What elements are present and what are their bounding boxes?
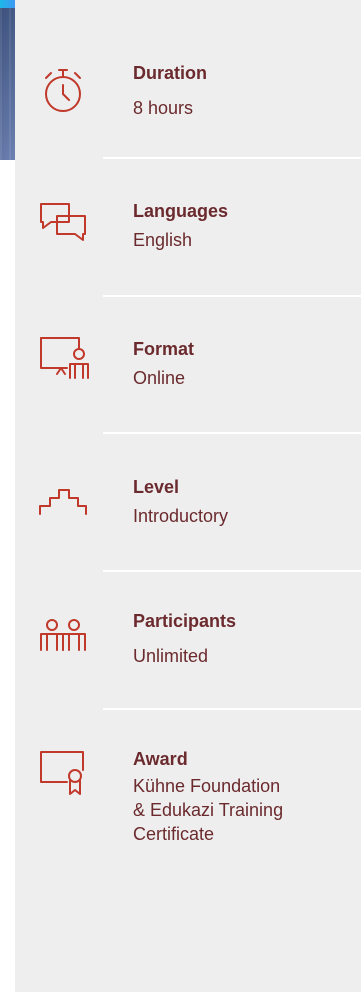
detail-text: Award Kühne Foundation & Edukazi Trainin… [133, 748, 283, 846]
detail-text: Format Online [133, 338, 194, 390]
detail-label: Languages [133, 201, 229, 221]
detail-value: Introductory [133, 506, 229, 526]
divider [103, 157, 361, 159]
detail-value: Kühne Foundation & Edukazi Training Cert… [133, 774, 283, 846]
divider [103, 432, 361, 434]
detail-label: Format [133, 339, 195, 359]
detail-label: Participants [133, 611, 237, 631]
detail-value: Unlimited [133, 646, 209, 666]
detail-text: Languages English [133, 200, 228, 252]
detail-text: Duration 8 hours [133, 62, 207, 120]
course-details-panel: Duration 8 hours Languages English Forma… [15, 0, 361, 992]
course-details-page: Duration 8 hours Languages English Forma… [0, 0, 361, 992]
award-line: & Edukazi Training [133, 800, 284, 820]
detail-value: Online [133, 368, 186, 388]
people-icon [37, 612, 89, 664]
detail-label: Level [133, 477, 180, 497]
award-line: Certificate [133, 824, 215, 844]
detail-value: English [133, 230, 193, 250]
stairs-icon [37, 474, 89, 526]
detail-label: Award [133, 749, 188, 769]
award-line: Kühne Foundation [133, 776, 281, 796]
speech-bubbles-icon [37, 198, 89, 250]
detail-label: Duration [133, 63, 207, 83]
stopwatch-icon [37, 64, 89, 116]
presentation-screen-icon [37, 334, 89, 386]
detail-value: 8 hours [133, 98, 194, 118]
divider [103, 570, 361, 572]
detail-text: Participants Unlimited [133, 610, 236, 668]
certificate-icon [37, 746, 89, 798]
detail-text: Level Introductory [133, 476, 228, 528]
divider [103, 708, 361, 710]
divider [103, 295, 361, 297]
